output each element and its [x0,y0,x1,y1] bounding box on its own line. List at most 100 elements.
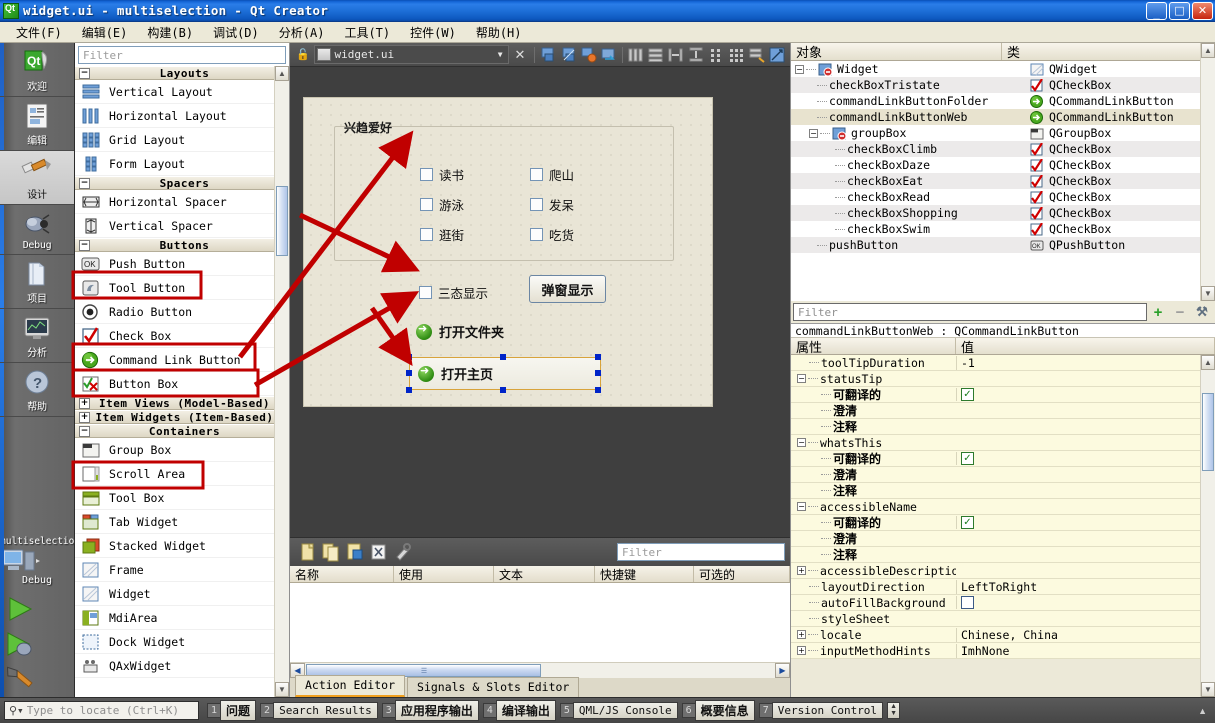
paste-action-icon[interactable] [343,541,367,563]
form-push-button[interactable]: 弹窗显示 [529,275,606,303]
checkbox-checked-icon[interactable]: ✓ [961,388,974,401]
checkbox-checked-icon[interactable]: ✓ [961,452,974,465]
property-column-value[interactable]: 值 [956,338,1215,356]
form-command-link-web[interactable]: 打开主页 [409,357,601,390]
remove-property-icon[interactable]: − [1169,304,1191,321]
scroll-up-icon[interactable]: ▲ [1201,43,1215,58]
property-column-name[interactable]: 属性 [791,338,956,356]
widget-item-grid-layout[interactable]: Grid Layout [75,128,289,152]
property-value[interactable]: LeftToRight [956,579,1215,594]
collapse-icon[interactable]: − [79,239,90,251]
scroll-down-icon[interactable]: ▼ [1201,286,1215,301]
form-widget-root[interactable]: 兴趋爱好 读书 游泳 逛街 爬山 发呆 吃货 三态显示 弹窗显示 ➜ 打开文件夹… [303,97,713,407]
checkbox-checked-icon[interactable]: ✓ [961,516,974,529]
widget-item-tool-button[interactable]: Tool Button [75,276,289,300]
widget-item-frame[interactable]: Frame [75,558,289,582]
action-table-body[interactable] [290,583,790,662]
property-table-rows[interactable]: toolTipDuration -1 − statusTip 可翻译的 ✓ 澄清 … [791,355,1215,697]
output-pane-application-output[interactable]: 3 应用程序输出 [381,700,479,721]
form-checkbox-tristate[interactable]: 三态显示 [419,283,488,302]
widget-item-horizontal-spacer[interactable]: Horizontal Spacer [75,190,289,214]
widget-item-form-layout[interactable]: Form Layout [75,152,289,176]
edit-tab-order-tool[interactable] [600,45,618,65]
selection-handle[interactable] [500,387,506,393]
unlocked-padlock-icon[interactable]: 🔓 [296,48,311,61]
output-pane-search-results[interactable]: 2 Search Results [260,702,378,719]
layout-horizontally-tool[interactable] [627,45,645,65]
mode-welcome[interactable]: Qt 欢迎 [0,43,74,97]
action-column-name[interactable]: 名称 [290,566,394,582]
table-row[interactable]: checkBoxTristate QCheckBox [791,77,1215,93]
action-editor-filter-input[interactable]: Filter [617,543,785,561]
form-checkbox-eat[interactable]: 吃货 [530,225,574,244]
selection-handle[interactable] [500,354,506,360]
form-checkbox-daze[interactable]: 发呆 [530,195,574,214]
object-inspector-scrollbar[interactable]: ▲ ▼ [1200,43,1215,301]
scroll-up-icon[interactable]: ▲ [275,66,289,81]
form-group-box[interactable]: 兴趋爱好 读书 游泳 逛街 爬山 发呆 吃货 [334,121,674,261]
build-button[interactable] [0,660,74,697]
tab-action-editor[interactable]: Action Editor [295,675,406,697]
mode-help[interactable]: ? 帮助 [0,363,74,417]
scroll-right-icon[interactable]: ▶ [775,663,790,678]
maximize-button[interactable]: □ [1169,1,1190,20]
form-canvas[interactable]: 兴趋爱好 读书 游泳 逛街 爬山 发呆 吃货 三态显示 弹窗显示 ➜ 打开文件夹… [290,67,790,537]
checkbox-box[interactable] [420,168,433,181]
checkbox-unchecked-icon[interactable]: ✓ [961,596,974,609]
checkbox-box[interactable] [530,228,543,241]
menu-widgets[interactable]: 控件(W) [400,22,466,43]
close-button[interactable]: ✕ [1192,1,1213,20]
property-value[interactable]: Chinese, China [956,627,1215,642]
checkbox-box[interactable] [420,228,433,241]
widget-item-mdi-area[interactable]: MdiArea [75,606,289,630]
widget-item-group-box[interactable]: Group Box [75,438,289,462]
layout-form-tool[interactable] [707,45,725,65]
action-column-used[interactable]: 使用 [394,566,494,582]
widget-box-list[interactable]: − Layouts Vertical Layout Horizontal Lay… [75,66,289,697]
object-tree-rows[interactable]: − Widget QWidget checkBoxTristate QCheck… [791,61,1215,301]
widget-item-radio-button[interactable]: Radio Button [75,300,289,324]
table-row[interactable]: checkBoxShopping QCheckBox [791,205,1215,221]
table-row[interactable]: checkBoxDaze QCheckBox [791,157,1215,173]
checkbox-box[interactable] [530,168,543,181]
widget-item-qax-widget[interactable]: QAxWidget [75,654,289,678]
collapse-icon[interactable]: − [809,128,818,138]
widget-item-stacked-widget[interactable]: Stacked Widget [75,534,289,558]
table-row[interactable]: checkBoxSwim QCheckBox [791,221,1215,237]
debug-run-button[interactable] [0,625,74,660]
form-checkbox-shopping[interactable]: 逛街 [420,225,464,244]
table-row[interactable]: pushButton OK QPushButton [791,237,1215,253]
table-row[interactable]: checkBoxClimb QCheckBox [791,141,1215,157]
add-property-icon[interactable]: + [1147,304,1169,321]
collapse-icon[interactable]: − [797,438,806,447]
table-row[interactable]: − statusTip [791,371,1215,387]
widget-category-spacers[interactable]: − Spacers [75,176,289,190]
mode-design[interactable]: 设计 [0,151,74,205]
form-checkbox-climb[interactable]: 爬山 [530,165,574,184]
table-row[interactable]: commandLinkButtonFolder QCommandLinkButt… [791,93,1215,109]
widget-category-item-widgets[interactable]: + Item Widgets (Item-Based) [75,410,289,424]
menu-edit[interactable]: 编辑(E) [72,22,138,43]
delete-action-icon[interactable] [367,541,391,563]
object-column-object[interactable]: 对象 [791,43,1002,61]
output-pane-spinner[interactable]: ▲ ▼ [887,702,901,719]
widget-item-widget[interactable]: Widget [75,582,289,606]
break-layout-tool[interactable] [748,45,766,65]
table-row[interactable]: 澄清 [791,467,1215,483]
selection-handle[interactable] [595,354,601,360]
collapse-icon[interactable]: − [79,177,90,189]
mode-projects[interactable]: 项目 [0,255,74,309]
widget-box-filter-input[interactable]: Filter [78,46,286,64]
selection-handle[interactable] [595,370,601,376]
close-document-button[interactable]: ✕ [509,47,532,63]
table-row[interactable]: 可翻译的 ✓ [791,451,1215,467]
table-row[interactable]: 可翻译的 ✓ [791,515,1215,531]
table-row[interactable]: + accessibleDescription [791,563,1215,579]
property-value[interactable]: -1 [956,355,1215,370]
menu-file[interactable]: 文件(F) [6,22,72,43]
checkbox-box[interactable] [419,286,432,299]
scrollbar-thumb[interactable] [276,186,288,256]
selection-handle[interactable] [406,387,412,393]
layout-splitter-vertical-tool[interactable] [687,45,705,65]
collapse-icon[interactable]: − [795,64,804,74]
